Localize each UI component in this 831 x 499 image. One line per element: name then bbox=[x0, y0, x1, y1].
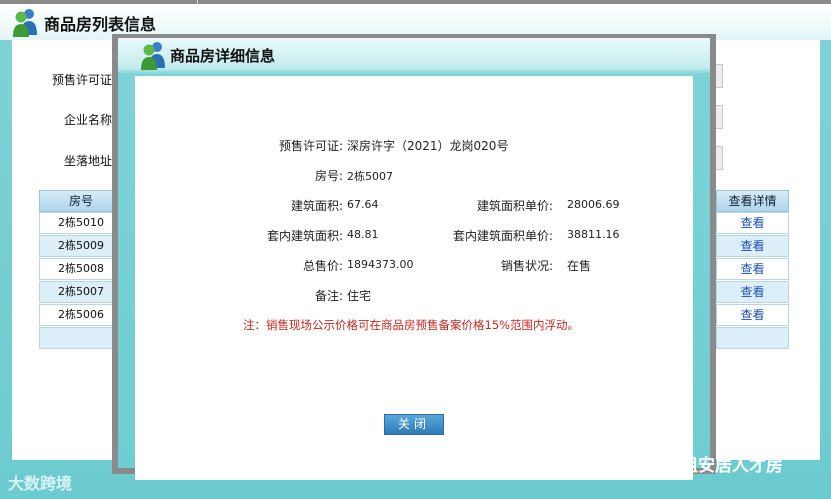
presale-value: 深房许字（2021）龙岗020号 bbox=[347, 139, 509, 153]
watermark-left: 大数跨境 bbox=[8, 474, 73, 493]
sale-status-label: 销售状况: bbox=[500, 259, 553, 273]
room-value: 2栋5007 bbox=[347, 170, 393, 183]
table-row-room: 2栋5009 bbox=[39, 235, 123, 257]
sale-status-value: 在售 bbox=[567, 259, 592, 273]
area-price-label: 建筑面积单价: bbox=[476, 199, 553, 213]
view-link[interactable]: 查看 bbox=[716, 281, 789, 303]
inner-price-label: 套内建筑面积单价: bbox=[452, 229, 553, 243]
remark-label: 备注: bbox=[314, 289, 343, 303]
presale-label: 预售许可证: bbox=[52, 73, 117, 87]
view-link[interactable]: 查看 bbox=[716, 212, 789, 234]
total-price-value: 1894373.00 bbox=[347, 258, 414, 271]
table-footer bbox=[39, 327, 123, 349]
close-button[interactable]: 关闭 bbox=[384, 414, 444, 435]
area-value: 67.64 bbox=[347, 198, 379, 211]
inner-area-label: 套内建筑面积: bbox=[266, 229, 343, 243]
users-icon bbox=[141, 42, 165, 70]
inner-price-value: 38811.16 bbox=[567, 228, 620, 241]
view-link[interactable]: 查看 bbox=[716, 235, 789, 257]
table-row-room: 2栋5007 bbox=[39, 281, 123, 303]
watermark-right-text: 公租安居人才房 bbox=[664, 456, 783, 476]
table-footer bbox=[716, 327, 789, 349]
area-price-value: 28006.69 bbox=[567, 198, 620, 211]
total-price-label: 总售价: bbox=[302, 259, 343, 273]
company-label: 企业名称: bbox=[64, 113, 117, 127]
presale-label: 预售许可证: bbox=[278, 139, 343, 153]
address-label: 坐落地址: bbox=[64, 154, 117, 168]
users-icon bbox=[13, 9, 37, 37]
column-header-room[interactable]: 房号 bbox=[39, 190, 123, 212]
view-link[interactable]: 查看 bbox=[716, 304, 789, 326]
table-row-room: 2栋5010 bbox=[39, 212, 123, 234]
area-label: 建筑面积: bbox=[290, 199, 343, 213]
inner-area-value: 48.81 bbox=[347, 228, 379, 241]
wechat-icon bbox=[628, 454, 654, 475]
table-row-room: 2栋5008 bbox=[39, 258, 123, 280]
table-row-room: 2栋5006 bbox=[39, 304, 123, 326]
dialog-body: 预售许可证: 深房许字（2021）龙岗020号 房号: 2栋5007 建筑面积:… bbox=[135, 76, 693, 480]
column-header-detail[interactable]: 查看详情 bbox=[716, 190, 789, 212]
remark-value: 住宅 bbox=[347, 289, 372, 303]
room-label: 房号: bbox=[314, 169, 343, 183]
price-notice: 注：销售现场公示价格可在商品房预售备案价格15%范围内浮动。 bbox=[243, 318, 580, 332]
dialog-title: 商品房详细信息 bbox=[170, 47, 276, 65]
view-link[interactable]: 查看 bbox=[716, 258, 789, 280]
detail-dialog: 商品房详细信息 预售许可证: 深房许字（2021）龙岗020号 房号: 2栋50… bbox=[118, 38, 710, 480]
page-title: 商品房列表信息 bbox=[44, 15, 157, 34]
